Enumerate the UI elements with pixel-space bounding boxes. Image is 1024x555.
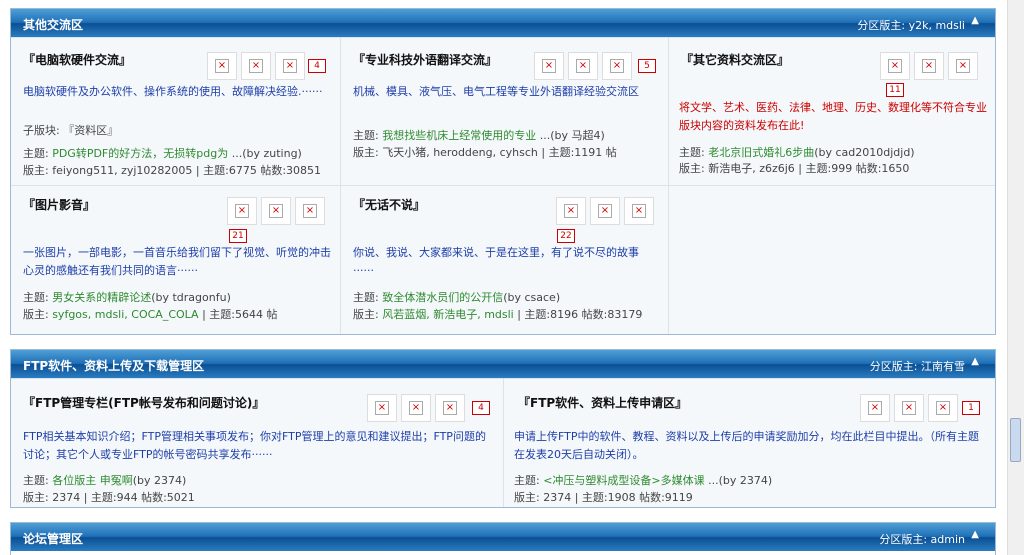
broken-image-icon[interactable]: × [261,197,291,225]
broken-image-icon[interactable]: × [241,52,271,80]
forum-ftp-upload-request: 『FTP软件、资料上传申请区』 × × × 1 申请上传FTP中的软件、教程、资… [503,379,995,507]
forum-desc: 电脑软硬件及办公软件、操作系统的使用、故障解决经验.······ [23,85,323,98]
vertical-scrollbar[interactable] [1007,0,1024,555]
moderators-stats: 版主: 2374 | 主题:1908 帖数:9119 [514,491,693,504]
last-topic: 主题: 老北京旧式婚礼6步曲(by cad2010djdjd) [679,146,915,159]
broken-image-icon[interactable]: × [568,52,598,80]
badge: 11 [886,83,904,97]
badge: 5 [638,59,656,73]
forum-name[interactable]: 『其它资料交流区』 [681,51,789,68]
last-topic: 主题: 男女关系的精辟论述(by tdragonfu) [23,291,231,304]
forum-desc: 一张图片，一部电影，一首音乐给我们留下了视觉、听觉的冲击心灵的感触还有我们共同的… [23,246,331,277]
forum-translation: 『专业科技外语翻译交流』 × × × 5 机械、模具、液气压、电气工程等专业外语… [340,38,668,185]
scrollbar-thumb[interactable] [1010,418,1021,462]
topic-link[interactable]: PDG转PDF的好方法，无损转pdg为 [52,147,228,160]
topic-link[interactable]: 男女关系的精辟论述 [52,291,151,304]
forum-name[interactable]: 『FTP管理专栏(FTP帐号发布和问题讨论)』 [23,394,264,411]
moderators-stats: 版主: 飞天小猪, heroddeng, cyhsch | 主题:1191 帖 [353,146,617,159]
section-header: FTP软件、资料上传及下载管理区 分区版主: 江南有雪 ▲ [11,350,995,378]
section-moderators[interactable]: 分区版主: y2k, mdsli [857,17,965,33]
broken-image-icon[interactable]: × [590,197,620,225]
badge: 21 [229,229,247,243]
section-header: 其他交流区 分区版主: y2k, mdsli ▲ [11,9,995,37]
topic-link[interactable]: 各位版主 申冤啊 [52,474,133,487]
moderators-stats: 版主: feiyong511, zyj10282005 | 主题:6775 帖数… [23,164,322,177]
badge: 22 [557,229,575,243]
section-moderators[interactable]: 分区版主: admin [879,531,965,547]
broken-image-icon[interactable]: × [948,52,978,80]
collapse-icon[interactable]: ▲ [971,15,979,26]
section-title: FTP软件、资料上传及下载管理区 [23,359,205,373]
forum-name[interactable]: 『专业科技外语翻译交流』 [353,51,497,68]
section-forum-management: 论坛管理区 分区版主: admin ▲ [10,522,996,555]
section-title: 论坛管理区 [23,532,84,546]
forum-name[interactable]: 『FTP软件、资料上传申请区』 [518,394,687,411]
badge: 4 [472,401,490,415]
broken-image-icon[interactable]: × [624,197,654,225]
broken-image-icon[interactable]: × [880,52,910,80]
moderators-stats: 版主: 新浩电子, z6z6j6 | 主题:999 帖数:1650 [679,162,910,175]
broken-image-icon[interactable]: × [275,52,305,80]
topic-link[interactable]: <冲压与塑料成型设备>多媒体课 [543,474,704,487]
topic-link[interactable]: 我想找些机床上经常使用的专业 [382,129,536,142]
forum-desc: 将文学、艺术、医药、法律、地理、历史、数理化等不符合专业版块内容的资料发布在此! [679,101,987,132]
last-topic: 主题: <冲压与塑料成型设备>多媒体课 ...(by 2374) [514,474,773,487]
moderators-stats: 版主: syfgos, mdsli, COCA_COLA | 主题:5644 帖 [23,308,278,321]
topic-link[interactable]: 老北京旧式婚礼6步曲 [708,146,814,159]
broken-image-icon[interactable]: × [207,52,237,80]
forum-chat: 『无话不说』 × × × 22 你说、我说、大家都来说、于是在这里，有了说不尽的… [340,186,668,334]
last-topic: 主题: 我想找些机床上经常使用的专业 ...(by 马超4) [353,129,605,142]
forum-ftp-management: 『FTP管理专栏(FTP帐号发布和问题讨论)』 × × × 4 FTP相关基本知… [11,379,503,507]
last-topic: 主题: 致全体潜水员们的公开信(by csace) [353,291,561,304]
badge: 4 [308,59,326,73]
forum-desc: FTP相关基本知识介绍；FTP管理相关事项发布；你对FTP管理上的意见和建议提出… [23,430,486,461]
collapse-icon[interactable]: ▲ [971,356,979,367]
forum-computer: 『电脑软硬件交流』 × × × 4 电脑软硬件及办公软件、操作系统的使用、故障解… [11,38,340,185]
forum-desc: 申请上传FTP中的软件、教程、资料以及上传后的申请奖励加分，均在此栏目中提出。（… [514,430,979,461]
topic-link[interactable]: 致全体潜水员们的公开信 [382,291,503,304]
collapse-icon[interactable]: ▲ [971,529,979,540]
forum-other-materials: 『其它资料交流区』 × × × 11 将文学、艺术、医药、法律、地理、历史、数理… [668,38,995,185]
broken-image-icon[interactable]: × [401,394,431,422]
forum-name[interactable]: 『图片影音』 [23,196,95,213]
last-topic: 主题: PDG转PDF的好方法，无损转pdg为 ...(by zuting) [23,147,302,160]
broken-image-icon[interactable]: × [534,52,564,80]
forum-name[interactable]: 『电脑软硬件交流』 [23,51,131,68]
moderators-stats: 版主: 2374 | 主题:944 帖数:5021 [23,491,195,504]
moderators-stats: 版主: 风若蓝烟, 新浩电子, mdsli | 主题:8196 帖数:83179 [353,308,643,321]
subforum[interactable]: 子版块: 『资料区』 [23,122,118,138]
broken-image-icon[interactable]: × [894,394,924,422]
forum-pictures-media: 『图片影音』 × × × 21 一张图片，一部电影，一首音乐给我们留下了视觉、听… [11,186,340,334]
broken-image-icon[interactable]: × [295,197,325,225]
broken-image-icon[interactable]: × [435,394,465,422]
badge: 1 [962,401,980,415]
broken-image-icon[interactable]: × [602,52,632,80]
last-topic: 主题: 各位版主 申冤啊(by 2374) [23,474,187,487]
broken-image-icon[interactable]: × [367,394,397,422]
broken-image-icon[interactable]: × [227,197,257,225]
broken-image-icon[interactable]: × [928,394,958,422]
forum-desc: 你说、我说、大家都来说、于是在这里，有了说不尽的故事······ [353,246,639,277]
forum-name[interactable]: 『无话不说』 [353,196,425,213]
section-ftp: FTP软件、资料上传及下载管理区 分区版主: 江南有雪 ▲ 『FTP管理专栏(F… [10,349,996,508]
forum-desc: 机械、模具、液气压、电气工程等专业外语翻译经验交流区 [353,85,639,98]
section-other-exchange: 其他交流区 分区版主: y2k, mdsli ▲ 『电脑软硬件交流』 × × ×… [10,8,996,335]
section-header: 论坛管理区 分区版主: admin ▲ [11,523,995,551]
empty-cell [668,186,995,334]
broken-image-icon[interactable]: × [556,197,586,225]
section-moderators[interactable]: 分区版主: 江南有雪 [870,358,965,374]
broken-image-icon[interactable]: × [914,52,944,80]
broken-image-icon[interactable]: × [860,394,890,422]
section-title: 其他交流区 [23,18,84,32]
